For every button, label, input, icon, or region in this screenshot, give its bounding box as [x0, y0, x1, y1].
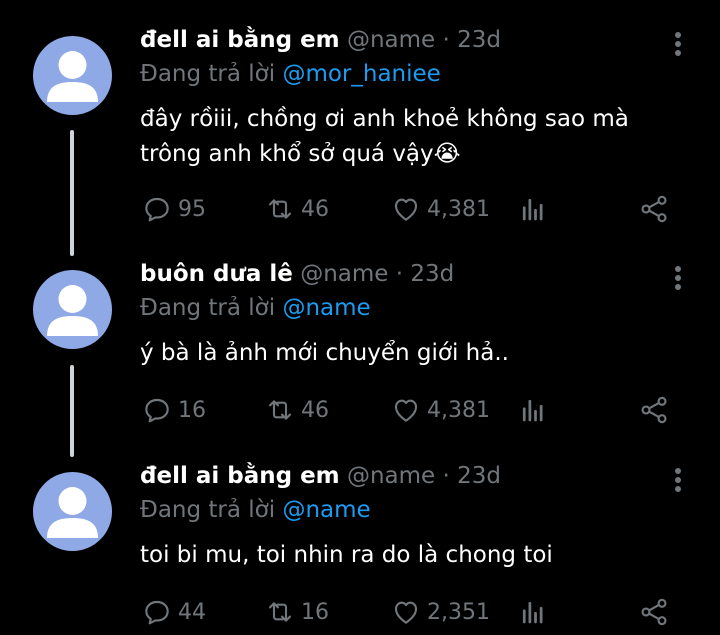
like-button[interactable]: 2,351 — [389, 596, 490, 628]
tweet[interactable]: buôn dưa lê @name · 23d Đang trả lời @na… — [0, 250, 720, 455]
share-button[interactable] — [637, 193, 675, 225]
avatar[interactable] — [33, 472, 112, 551]
reply-count: 95 — [178, 196, 206, 222]
share-icon — [641, 598, 667, 626]
tweet[interactable]: đell ai bằng em @name · 23d Đang trả lời… — [0, 0, 720, 250]
retweet-icon — [268, 602, 292, 622]
separator-dot: · — [395, 261, 404, 287]
tweet-text-line: trông anh khổ sở quá vậy😭 — [140, 141, 461, 167]
retweet-icon — [268, 400, 292, 420]
tweet[interactable]: đell ai bằng em @name · 23d Đang trả lời… — [0, 455, 720, 635]
action-bar: 95 46 4,381 — [140, 193, 680, 225]
default-avatar-icon — [47, 285, 98, 336]
avatar[interactable] — [33, 270, 112, 349]
tweet-header: đell ai bằng em @name · 23d — [140, 27, 501, 53]
display-name[interactable]: buôn dưa lê — [140, 261, 293, 287]
views-button[interactable] — [518, 193, 552, 225]
mention-link[interactable]: @name — [282, 497, 370, 523]
separator-dot: · — [442, 463, 450, 489]
reply-button[interactable]: 16 — [140, 394, 206, 426]
replying-to: Đang trả lời @name — [140, 295, 371, 321]
avatar[interactable] — [33, 36, 112, 115]
more-vertical-icon[interactable] — [668, 30, 688, 60]
mention-link[interactable]: @mor_haniee — [282, 61, 440, 87]
handle[interactable]: @name — [347, 27, 435, 53]
views-button[interactable] — [518, 394, 552, 426]
retweet-button[interactable]: 46 — [263, 394, 329, 426]
default-avatar-icon — [47, 487, 98, 538]
reply-button[interactable]: 44 — [140, 596, 206, 628]
tweet-text: toi bi mu, toi nhin ra do là chong toi — [140, 538, 553, 573]
tweet-text: ý bà là ảnh mới chuyển giới hả.. — [140, 336, 509, 371]
mention-link[interactable]: @name — [282, 295, 370, 321]
like-button[interactable]: 4,381 — [389, 193, 490, 225]
reply-icon — [145, 600, 169, 625]
retweet-count: 46 — [301, 397, 329, 423]
retweet-count: 46 — [301, 196, 329, 222]
timestamp[interactable]: 23d — [457, 27, 501, 53]
views-icon — [522, 198, 543, 221]
heart-icon — [394, 198, 418, 221]
handle[interactable]: @name — [300, 261, 388, 287]
reply-count: 16 — [178, 397, 206, 423]
action-bar: 44 16 2,351 — [140, 596, 680, 628]
separator-dot: · — [442, 27, 450, 53]
reply-count: 44 — [178, 599, 206, 625]
share-button[interactable] — [637, 394, 675, 426]
retweet-count: 16 — [301, 599, 329, 625]
share-icon — [641, 396, 667, 424]
tweet-text-line: toi bi mu, toi nhin ra do là chong toi — [140, 542, 553, 568]
tweet-text-line: đây rồiii, chồng ơi anh khoẻ không sao m… — [140, 106, 629, 132]
retweet-icon — [268, 199, 292, 219]
retweet-button[interactable]: 46 — [263, 193, 329, 225]
replying-to-label: Đang trả lời — [140, 61, 276, 87]
timestamp[interactable]: 23d — [457, 463, 501, 489]
more-vertical-icon[interactable] — [668, 466, 688, 496]
heart-icon — [394, 399, 418, 422]
tweet-text-line: ý bà là ảnh mới chuyển giới hả.. — [140, 340, 509, 366]
like-count: 4,381 — [427, 397, 490, 423]
handle[interactable]: @name — [347, 463, 435, 489]
default-avatar-icon — [47, 51, 98, 102]
like-count: 2,351 — [427, 599, 490, 625]
tweet-header: buôn dưa lê @name · 23d — [140, 261, 454, 287]
reply-icon — [145, 197, 169, 222]
heart-icon — [394, 601, 418, 624]
like-button[interactable]: 4,381 — [389, 394, 490, 426]
more-vertical-icon[interactable] — [668, 264, 688, 294]
replying-to-label: Đang trả lời — [140, 497, 276, 523]
tweet-header: đell ai bằng em @name · 23d — [140, 463, 501, 489]
retweet-button[interactable]: 16 — [263, 596, 329, 628]
tweet-text: đây rồiii, chồng ơi anh khoẻ không sao m… — [140, 102, 629, 172]
display-name[interactable]: đell ai bằng em — [140, 463, 340, 489]
views-icon — [522, 399, 543, 422]
replying-to-label: Đang trả lời — [140, 295, 276, 321]
reply-button[interactable]: 95 — [140, 193, 206, 225]
share-button[interactable] — [637, 596, 675, 628]
action-bar: 16 46 4,381 — [140, 394, 680, 426]
replying-to: Đang trả lời @mor_haniee — [140, 61, 441, 87]
views-icon — [522, 601, 543, 624]
like-count: 4,381 — [427, 196, 490, 222]
timestamp[interactable]: 23d — [410, 261, 454, 287]
share-icon — [641, 195, 667, 223]
reply-icon — [145, 398, 169, 423]
views-button[interactable] — [518, 596, 552, 628]
display-name[interactable]: đell ai bằng em — [140, 27, 340, 53]
replying-to: Đang trả lời @name — [140, 497, 371, 523]
